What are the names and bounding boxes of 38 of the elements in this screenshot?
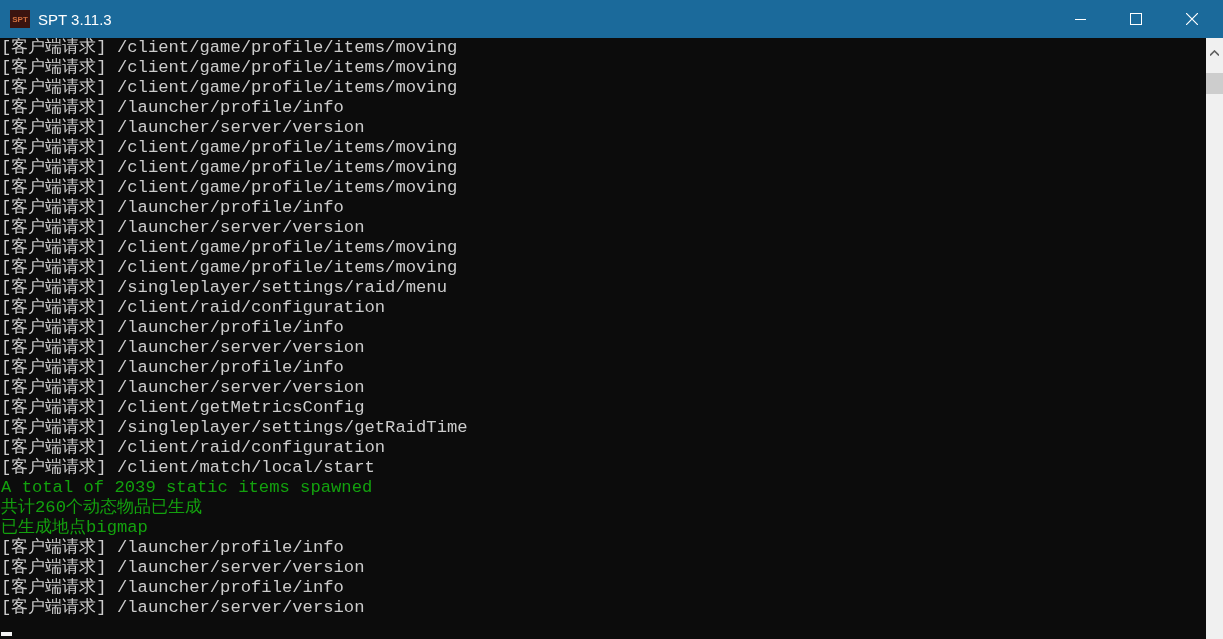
maximize-icon (1130, 13, 1142, 25)
log-line: [客户端请求] /launcher/profile/info (1, 98, 344, 117)
log-line: [客户端请求] /singleplayer/settings/getRaidTime (1, 418, 468, 437)
log-line: [客户端请求] /client/game/profile/items/moving (1, 258, 458, 277)
log-line: [客户端请求] /launcher/profile/info (1, 318, 344, 337)
log-line: [客户端请求] /launcher/profile/info (1, 358, 344, 377)
text-cursor (1, 632, 12, 636)
log-line: A total of 2039 static items spawned (1, 478, 373, 498)
log-line: [客户端请求] /client/game/profile/items/moving (1, 238, 458, 257)
log-line: [客户端请求] /client/game/profile/items/moving (1, 78, 458, 97)
log-line: [客户端请求] /client/match/local/start (1, 458, 375, 478)
log-line: [客户端请求] /launcher/server/version (1, 338, 365, 357)
log-line: [客户端请求] /launcher/server/version (1, 118, 365, 137)
log-line: [客户端请求] /launcher/server/version (1, 378, 365, 397)
log-line: [客户端请求] /launcher/server/version (1, 218, 365, 237)
log-line: [客户端请求] /launcher/profile/info (1, 538, 344, 557)
log-line: [客户端请求] /launcher/profile/info (1, 198, 344, 217)
caret-up-icon (1210, 49, 1219, 56)
app-icon: SPT (10, 10, 30, 28)
log-line: 共计260个动态物品已生成 (1, 498, 202, 518)
log-line: [客户端请求] /launcher/server/version (1, 558, 365, 577)
scrollbar-thumb[interactable] (1206, 73, 1223, 94)
log-line: [客户端请求] /client/getMetricsConfig (1, 398, 365, 417)
window-title: SPT 3.11.3 (38, 10, 113, 28)
close-icon (1186, 13, 1198, 25)
log-line: [客户端请求] /client/game/profile/items/moving (1, 138, 458, 157)
minimize-icon (1074, 18, 1086, 20)
log-line: [客户端请求] /client/raid/configuration (1, 298, 386, 317)
log-line: [客户端请求] /client/game/profile/items/moving (1, 158, 458, 177)
log-line: [客户端请求] /singleplayer/settings/raid/menu (1, 278, 447, 297)
log-line: [客户端请求] /client/game/profile/items/moving (1, 58, 458, 77)
log-line: [客户端请求] /client/game/profile/items/moving (1, 178, 458, 197)
log-line: [客户端请求] /launcher/server/version (1, 598, 365, 618)
log-line: [客户端请求] /client/raid/configuration (1, 438, 386, 457)
log-line: [客户端请求] /launcher/profile/info (1, 578, 344, 597)
log-line: 已生成地点bigmap (1, 518, 148, 537)
scrollbar[interactable] (1206, 38, 1223, 639)
log-line: [客户端请求] /client/game/profile/items/moving (1, 38, 458, 57)
